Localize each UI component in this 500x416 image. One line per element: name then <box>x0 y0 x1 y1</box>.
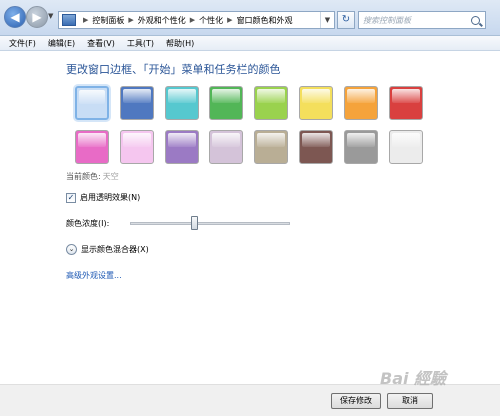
forward-button[interactable]: ▶ <box>26 6 48 28</box>
intensity-label: 颜色浓度(I): <box>66 219 110 228</box>
color-swatch[interactable] <box>254 130 289 164</box>
address-dropdown-icon[interactable]: ▼ <box>320 12 334 28</box>
transparency-label[interactable]: 启用透明效果(N) <box>80 192 140 203</box>
back-arrow-icon: ◀ <box>10 10 20 24</box>
breadcrumb-control-panel[interactable]: 控制面板 <box>92 15 124 26</box>
color-swatch[interactable] <box>209 130 244 164</box>
refresh-icon: ↻ <box>341 14 351 25</box>
navigation-bar: ◀ ▶ ▼ ▶ 控制面板 ▶ 外观和个性化 ▶ 个性化 ▶ 窗口颜色和外观 ▼ … <box>0 0 500 36</box>
color-swatch[interactable] <box>299 86 333 120</box>
watermark-logo: Bai 經驗 <box>380 369 447 388</box>
transparency-checkbox[interactable]: ✓ <box>66 192 76 203</box>
color-swatch[interactable] <box>299 130 333 164</box>
color-swatch[interactable] <box>164 130 199 164</box>
refresh-button[interactable]: ↻ <box>337 11 355 29</box>
color-swatch[interactable] <box>119 130 154 164</box>
search-placeholder: 搜索控制面板 <box>363 15 411 25</box>
color-swatch[interactable] <box>388 86 423 120</box>
current-color: 当前颜色: 天空 <box>66 171 119 182</box>
intensity-slider-thumb[interactable] <box>191 216 198 230</box>
breadcrumb-separator-icon: ▶ <box>227 16 233 24</box>
menu-tools[interactable]: 工具(T) <box>127 38 154 49</box>
color-swatch[interactable] <box>343 130 378 164</box>
save-changes-button[interactable]: 保存修改 <box>331 393 381 409</box>
color-swatch[interactable] <box>75 130 109 164</box>
menu-file[interactable]: 文件(F) <box>9 38 36 49</box>
menu-bar: 文件(F) 编辑(E) 查看(V) 工具(T) 帮助(H) <box>0 36 500 51</box>
breadcrumb-appearance[interactable]: 外观和个性化 <box>138 15 186 26</box>
current-color-value: 天空 <box>102 172 119 181</box>
menu-view[interactable]: 查看(V) <box>87 38 115 49</box>
breadcrumb-window-color[interactable]: 窗口颜色和外观 <box>237 15 293 26</box>
chevron-down-icon[interactable]: ⌄ <box>66 244 77 255</box>
menu-edit[interactable]: 编辑(E) <box>48 38 75 49</box>
control-panel-icon <box>62 14 76 26</box>
transparency-option[interactable]: ✓ 启用透明效果(N) <box>66 192 140 203</box>
color-swatch[interactable] <box>75 86 109 120</box>
checkmark-icon: ✓ <box>67 192 75 202</box>
search-input[interactable]: 搜索控制面板 <box>358 11 486 29</box>
color-swatch[interactable] <box>254 86 289 120</box>
color-swatch[interactable] <box>119 86 154 120</box>
color-mixer-toggle[interactable]: ⌄ 显示颜色混合器(X) <box>66 244 149 255</box>
color-swatch[interactable] <box>343 86 378 120</box>
breadcrumb-separator-icon: ▶ <box>128 16 134 24</box>
forward-arrow-icon: ▶ <box>32 10 42 24</box>
color-swatch[interactable] <box>209 86 244 120</box>
address-bar[interactable]: ▶ 控制面板 ▶ 外观和个性化 ▶ 个性化 ▶ 窗口颜色和外观 ▼ <box>58 11 335 29</box>
menu-help[interactable]: 帮助(H) <box>166 38 194 49</box>
intensity-slider-track[interactable] <box>130 222 290 225</box>
color-swatch[interactable] <box>388 130 423 164</box>
breadcrumb-separator-icon: ▶ <box>189 16 196 24</box>
content-area: 更改窗口边框、「开始」菜单和任务栏的颜色 当前颜色: 天空 ✓ 启用透明效果(N)… <box>0 52 500 384</box>
breadcrumb-personalization[interactable]: 个性化 <box>199 15 223 26</box>
color-mixer-label[interactable]: 显示颜色混合器(X) <box>81 244 149 255</box>
cancel-button[interactable]: 取消 <box>387 393 433 409</box>
search-icon <box>471 15 480 25</box>
page-title: 更改窗口边框、「开始」菜单和任务栏的颜色 <box>66 63 281 76</box>
breadcrumb-separator-icon: ▶ <box>83 16 89 24</box>
history-dropdown-icon[interactable]: ▼ <box>48 12 53 20</box>
back-button[interactable]: ◀ <box>4 6 26 28</box>
advanced-appearance-link[interactable]: 高级外观设置... <box>66 270 122 281</box>
current-color-label: 当前颜色: <box>66 172 101 181</box>
color-swatch[interactable] <box>164 86 199 120</box>
